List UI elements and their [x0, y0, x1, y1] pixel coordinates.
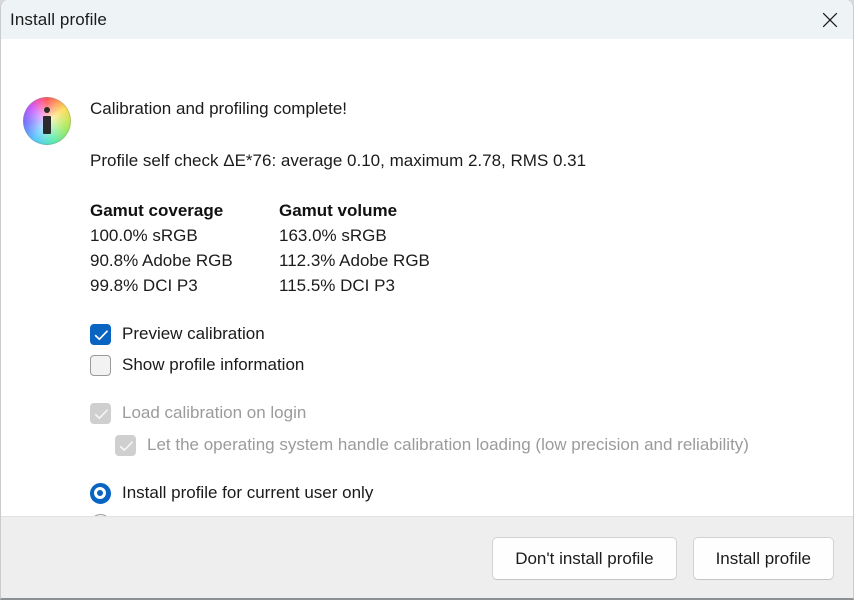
checkbox-row-load-calibration-on-login: Load calibration on login — [90, 402, 306, 424]
gamut-coverage-dcip3: 99.8% DCI P3 — [90, 273, 279, 298]
gamut-volume-adobergb: 112.3% Adobe RGB — [279, 248, 430, 273]
checkbox-load-calibration-on-login — [90, 403, 111, 424]
gamut-coverage-srgb: 100.0% sRGB — [90, 223, 279, 248]
window-title: Install profile — [10, 9, 107, 30]
install-profile-dialog: Install profile Calibration and profilin… — [0, 0, 854, 600]
checkbox-os-handle-calibration — [115, 435, 136, 456]
radio-row-install-current-user[interactable]: Install profile for current user only — [90, 482, 373, 504]
checkbox-row-show-profile-information[interactable]: Show profile information — [90, 354, 304, 376]
info-glyph-stem — [43, 116, 51, 134]
check-icon — [119, 440, 134, 453]
checkbox-preview-calibration[interactable] — [90, 324, 111, 345]
title-bar: Install profile — [1, 0, 853, 39]
install-profile-button[interactable]: Install profile — [693, 537, 834, 580]
footer-button-group: Don't install profile Install profile — [492, 537, 834, 580]
check-icon — [94, 408, 109, 421]
color-wheel-info-icon — [21, 95, 73, 147]
dont-install-profile-button[interactable]: Don't install profile — [492, 537, 676, 580]
gamut-volume-column: Gamut volume 163.0% sRGB 112.3% Adobe RG… — [279, 198, 430, 298]
gamut-volume-dcip3: 115.5% DCI P3 — [279, 273, 430, 298]
dialog-footer: Don't install profile Install profile — [1, 516, 853, 598]
info-glyph-dot — [44, 107, 50, 113]
completion-headline: Calibration and profiling complete! — [90, 98, 347, 120]
checkbox-label-preview-calibration: Preview calibration — [122, 323, 265, 345]
gamut-coverage-header: Gamut coverage — [90, 198, 279, 223]
checkbox-show-profile-information[interactable] — [90, 355, 111, 376]
checkbox-label-os-handle-calibration: Let the operating system handle calibrat… — [147, 434, 749, 456]
radio-install-current-user[interactable] — [90, 483, 111, 504]
checkbox-row-os-handle-calibration: Let the operating system handle calibrat… — [115, 434, 749, 456]
radio-label-install-current-user: Install profile for current user only — [122, 482, 373, 504]
dialog-body: Calibration and profiling complete! Prof… — [1, 39, 853, 516]
gamut-volume-srgb: 163.0% sRGB — [279, 223, 430, 248]
close-button[interactable] — [807, 0, 853, 39]
gamut-coverage-column: Gamut coverage 100.0% sRGB 90.8% Adobe R… — [90, 198, 279, 298]
check-icon — [94, 329, 109, 342]
checkbox-label-load-calibration-on-login: Load calibration on login — [122, 402, 306, 424]
gamut-coverage-adobergb: 90.8% Adobe RGB — [90, 248, 279, 273]
checkbox-row-preview-calibration[interactable]: Preview calibration — [90, 323, 265, 345]
close-icon — [821, 11, 839, 29]
gamut-stats: Gamut coverage 100.0% sRGB 90.8% Adobe R… — [90, 198, 430, 298]
checkbox-label-show-profile-information: Show profile information — [122, 354, 304, 376]
gamut-volume-header: Gamut volume — [279, 198, 430, 223]
profile-self-check-text: Profile self check ΔE*76: average 0.10, … — [90, 150, 586, 172]
